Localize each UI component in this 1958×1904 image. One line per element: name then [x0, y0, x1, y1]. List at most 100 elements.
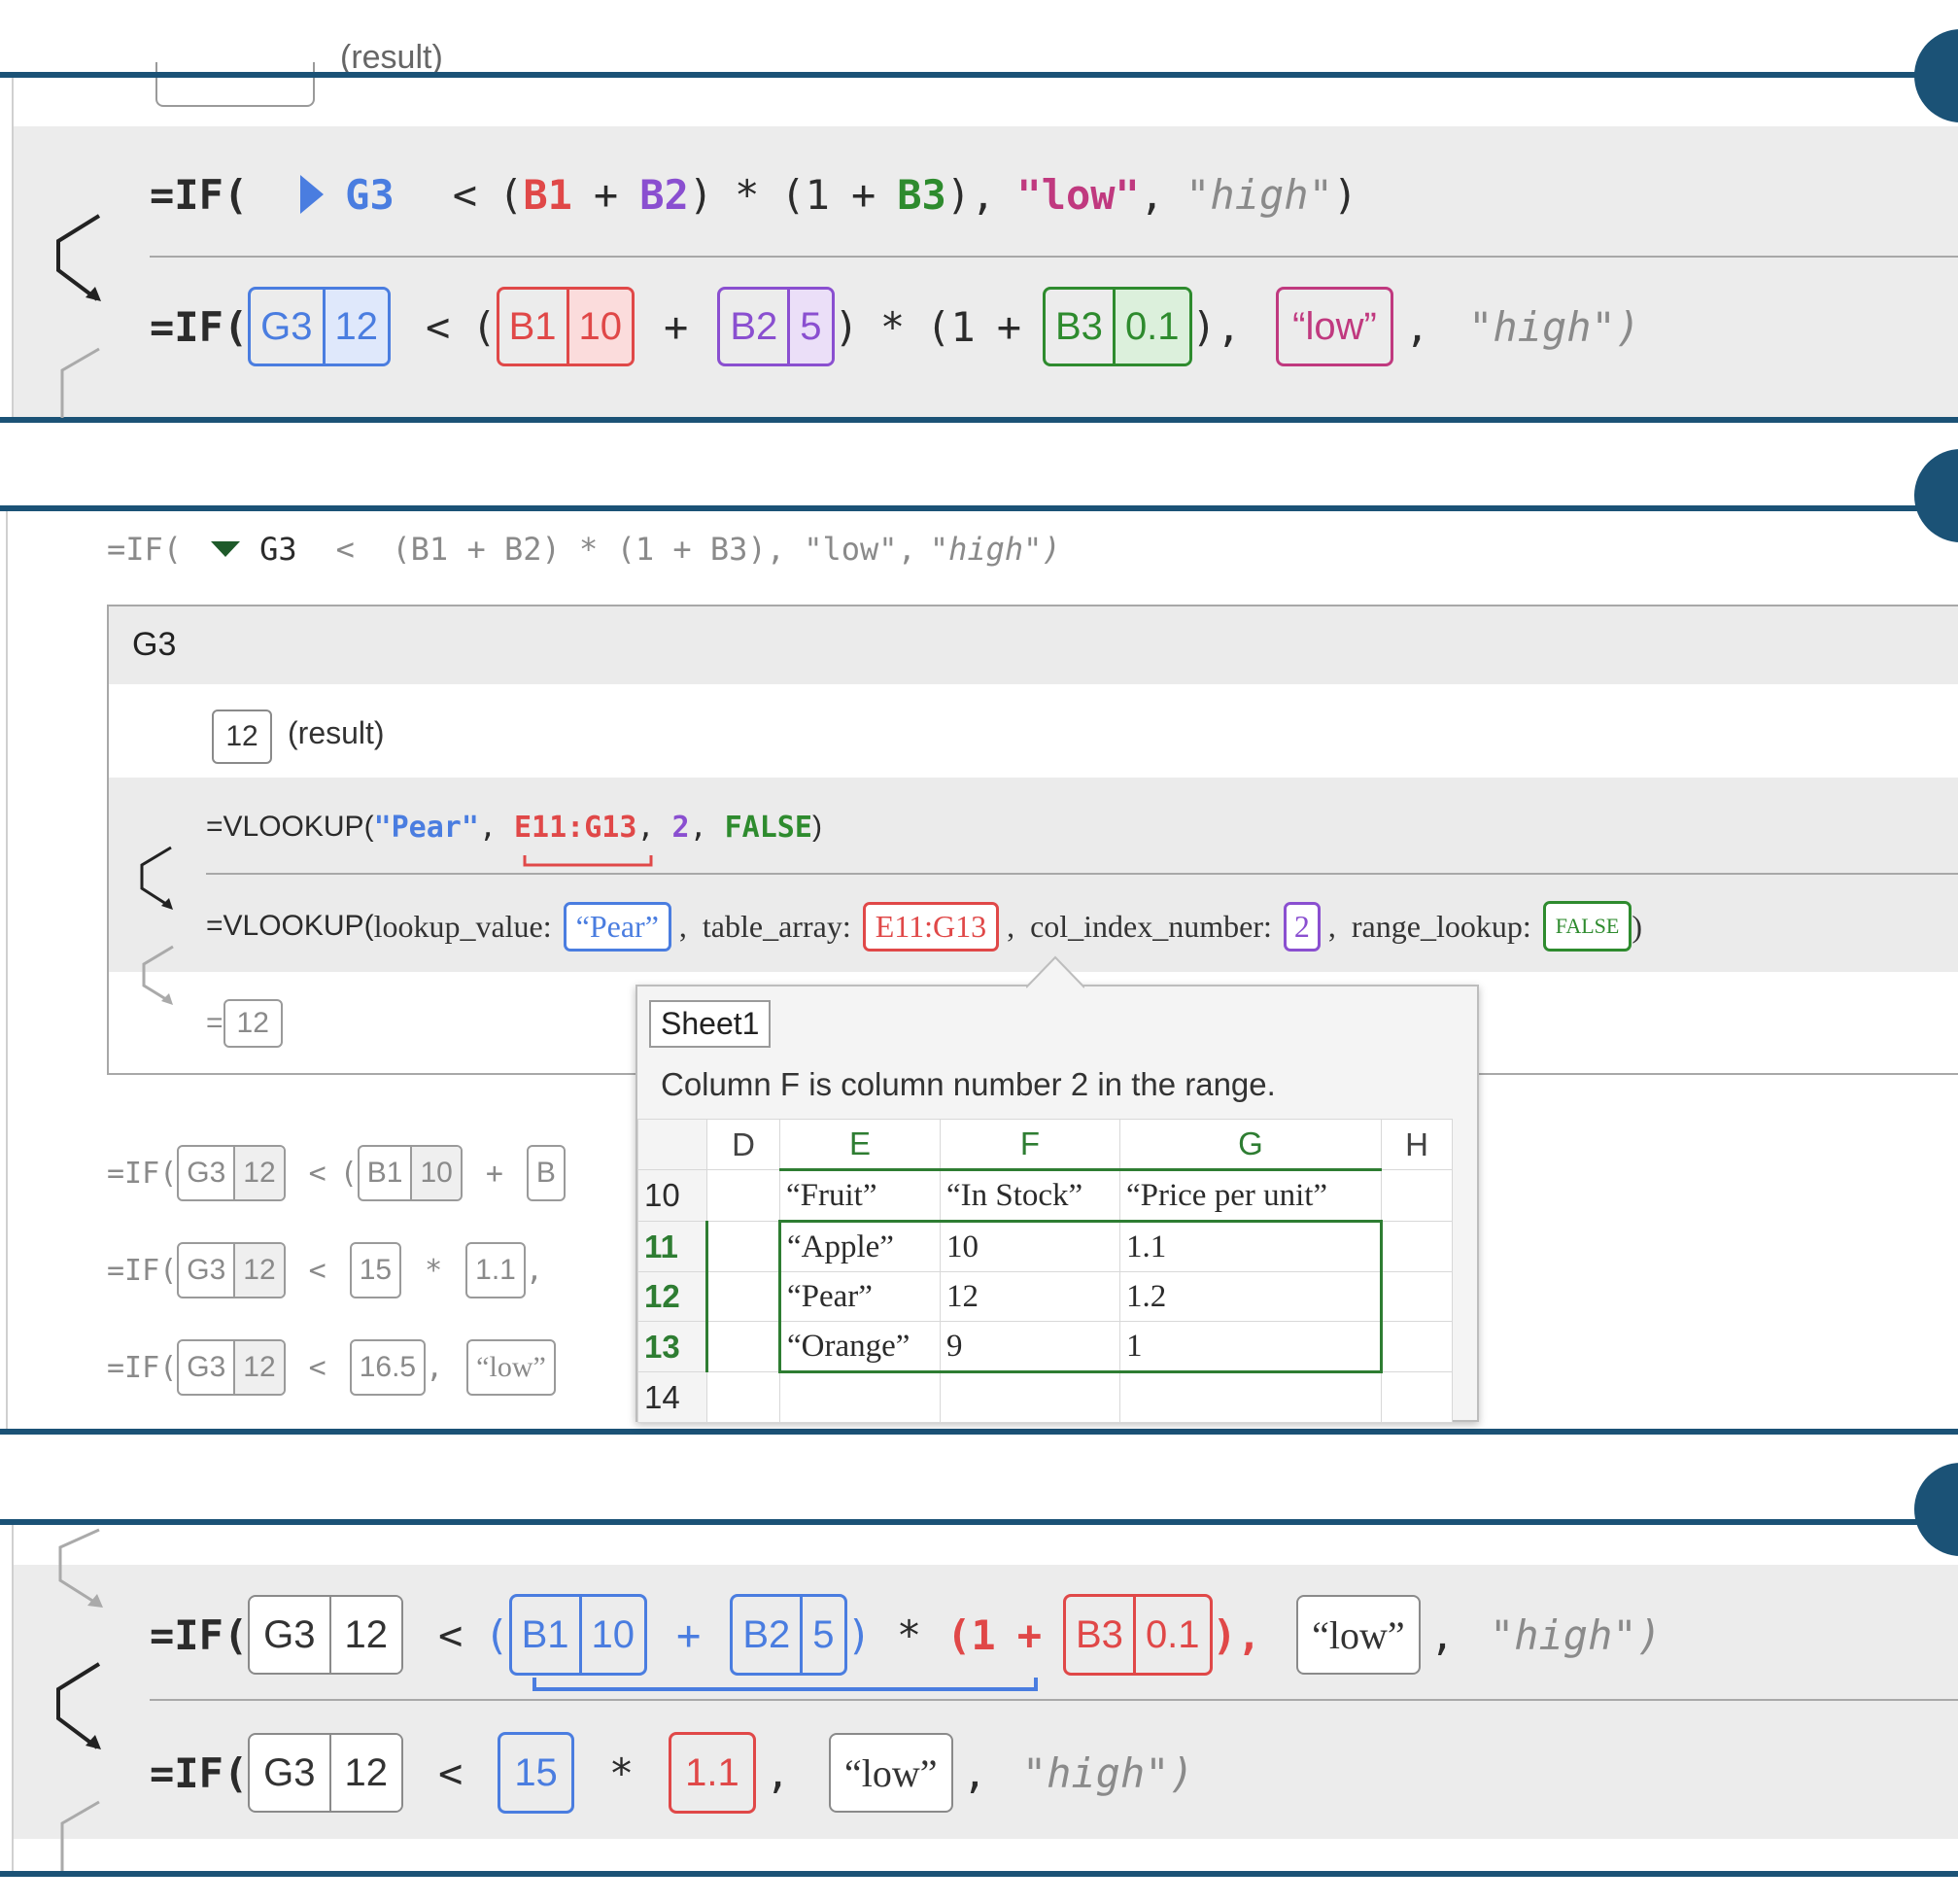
ref-b3[interactable]: B3	[897, 171, 946, 219]
chip-ref: B2	[742, 1612, 791, 1656]
value-chip-15[interactable]: 15	[349, 1242, 402, 1298]
panel3-bottom-frame	[0, 1871, 1958, 1877]
vlookup-fn: =VLOOKUP(	[206, 811, 374, 843]
value-chip-15[interactable]: 15	[498, 1732, 574, 1814]
chip-ref: B2	[730, 304, 778, 348]
chip-value: 15	[514, 1750, 558, 1794]
chip-value: 10	[578, 1597, 644, 1673]
g3-chip[interactable]: G3 12	[177, 1339, 286, 1396]
string-high: "high")	[1489, 1610, 1662, 1659]
header-row: D E F G H	[637, 1119, 1453, 1171]
times-operator: *	[608, 1748, 635, 1797]
ref-g3[interactable]: G3	[259, 531, 297, 568]
panel1-top-frame	[0, 72, 1958, 78]
value-chip-1-1[interactable]: 1.1	[669, 1732, 756, 1814]
b1-value-chip[interactable]: B1 10	[496, 287, 635, 366]
g3-chip[interactable]: G3 12	[248, 1595, 404, 1675]
chip-value: 10	[566, 290, 633, 363]
sheet-grid: D E F G H 10 “Fruit” “In Stock” “Price p…	[637, 1119, 1453, 1423]
if-prefix: =IF(	[150, 1748, 249, 1797]
string-high: "high")	[1021, 1748, 1194, 1797]
cell	[706, 1169, 780, 1222]
open-paren: (	[498, 170, 524, 219]
chip-ref: G3	[187, 1254, 226, 1286]
table-row: 11 “Apple” 10 1.1	[637, 1220, 1453, 1272]
popup-pointer	[1026, 955, 1084, 988]
low-string-chip[interactable]: “low”	[829, 1733, 953, 1813]
if-prefix: =IF(	[107, 531, 183, 568]
open-paren: (	[339, 1156, 358, 1191]
row-number: 13	[637, 1321, 708, 1372]
value-chip-16-5[interactable]: 16.5	[349, 1339, 427, 1396]
b1-value-chip[interactable]: B1 10	[508, 1594, 648, 1676]
vlookup-eval-row: = 12	[206, 995, 283, 1052]
chip-value: 5	[800, 1597, 843, 1673]
col-header-e: E	[779, 1119, 941, 1171]
vlookup-fn: =VLOOKUP(	[206, 910, 374, 942]
cell	[1381, 1321, 1453, 1372]
close-paren-2: ),	[1212, 1610, 1262, 1659]
if-prefix: =IF(	[107, 1156, 178, 1191]
ref-b2[interactable]: B2	[639, 171, 689, 219]
range-lookup-chip[interactable]: FALSE	[1542, 901, 1632, 952]
arg-lookup-value: "Pear"	[373, 810, 479, 845]
col-header-h: H	[1381, 1119, 1453, 1170]
g3-card-title: G3	[132, 626, 177, 663]
b2-value-chip[interactable]: B2 5	[717, 287, 835, 366]
cell	[1381, 1169, 1453, 1222]
cell	[1119, 1371, 1382, 1423]
plus-operator: +	[676, 1610, 702, 1659]
result-label: (result)	[288, 715, 385, 750]
result-value-chip: 12	[212, 710, 272, 764]
sheet-name-tab[interactable]: Sheet1	[649, 1000, 772, 1048]
cell: 1	[1119, 1321, 1383, 1373]
g3-value-chip[interactable]: G3 12	[248, 287, 392, 366]
chip-ref: G3	[260, 304, 313, 348]
chip-value: 15	[359, 1254, 393, 1286]
value-chip-1-1[interactable]: 1.1	[465, 1242, 526, 1298]
b3-value-chip[interactable]: B3 0.1	[1063, 1594, 1213, 1676]
chip-value: 12	[328, 1597, 402, 1673]
b3-value-chip[interactable]: B3 0.1	[1043, 287, 1192, 366]
low-string-chip[interactable]: “low”	[1296, 1595, 1421, 1675]
panel1-formula-row: =IF( G3 < ( B1 + B2 ) * (1 + B3 ), "low"…	[150, 165, 1357, 224]
plus-operator: +	[593, 170, 619, 219]
chip-ref: B3	[1076, 1612, 1123, 1656]
chip-value: “low”	[1292, 304, 1377, 348]
param-col-index: col_index_number:	[1030, 908, 1272, 944]
table-array-underline	[523, 855, 653, 867]
low-string-chip[interactable]: “low”	[1276, 287, 1393, 366]
g3-chip[interactable]: G3 12	[248, 1733, 404, 1813]
ref-g3[interactable]: G3	[345, 171, 395, 219]
lt-operator: <	[438, 1748, 464, 1797]
cell: “Pear”	[778, 1271, 941, 1322]
g3-chip[interactable]: G3 12	[177, 1145, 286, 1201]
times-operator: *	[896, 1610, 922, 1659]
end-paren: )	[1632, 908, 1642, 944]
b2-value-chip[interactable]: B2 5	[730, 1594, 847, 1676]
low-chip[interactable]: “low”	[466, 1339, 556, 1396]
vlookup-formula-row: =VLOOKUP( "Pear" , E11:G13 , 2 , FALSE )	[206, 803, 822, 851]
b1-chip[interactable]: B1 10	[357, 1145, 463, 1201]
col-index-chip[interactable]: 2	[1283, 901, 1321, 952]
g3-chip[interactable]: G3 12	[177, 1242, 286, 1298]
collapse-triangle-icon[interactable]	[209, 539, 242, 559]
panel3-top-frame	[0, 1519, 1958, 1525]
plus-operator-3: +	[664, 302, 689, 351]
panel2-left-rule	[6, 511, 8, 1431]
faded-arrow-icon	[58, 1528, 103, 1608]
chip-ref: G3	[187, 1157, 226, 1189]
table-array-chip[interactable]: E11:G13	[862, 901, 1000, 952]
cell	[940, 1371, 1120, 1423]
lookup-value-chip[interactable]: “Pear”	[563, 901, 671, 952]
chip-ref: B3	[1055, 304, 1103, 348]
lt-operator: <	[308, 1253, 326, 1288]
ref-b1[interactable]: B1	[523, 171, 572, 219]
arg-table-array[interactable]: E11:G13	[514, 811, 636, 845]
lt-operator-2: <	[426, 302, 451, 351]
chip-ref: B1	[521, 1612, 569, 1656]
b2-chip-partial[interactable]: B	[526, 1145, 566, 1201]
row-number: 12	[637, 1271, 708, 1322]
panel3-evaluated-row: =IF( G3 12 < 15 * 1.1 , “low” , "high")	[150, 1732, 1194, 1814]
expand-triangle-icon[interactable]	[296, 173, 326, 216]
